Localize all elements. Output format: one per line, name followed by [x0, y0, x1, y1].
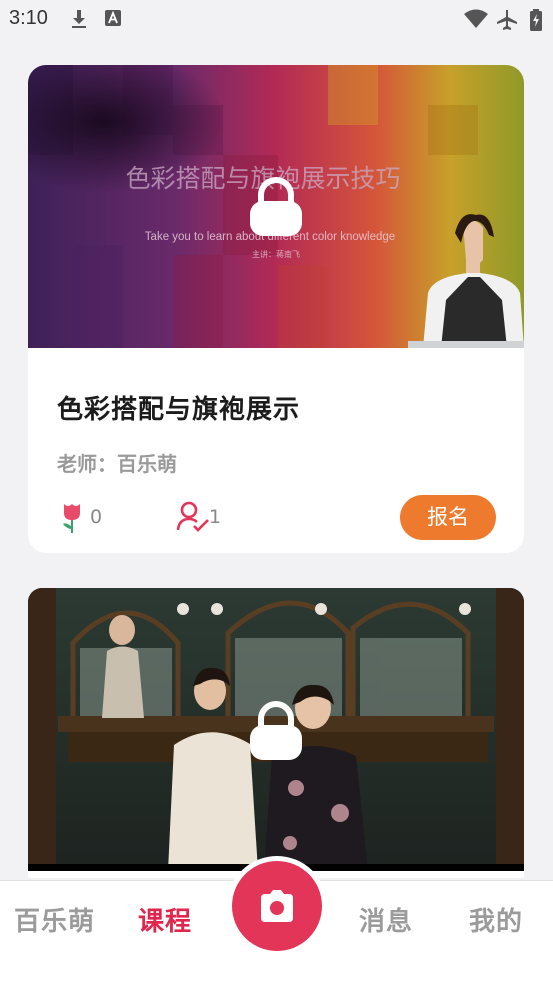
camera-icon	[261, 890, 293, 922]
download-icon	[72, 10, 86, 28]
enrolled-count: 1	[209, 506, 222, 528]
status-time: 3:10	[9, 7, 48, 29]
nav-item-home[interactable]: 百乐萌	[14, 901, 95, 938]
likes-count: 0	[90, 506, 103, 528]
enrolled-user-icon	[176, 501, 209, 532]
thumbnail-presenter: 主讲：蒋南飞	[252, 249, 300, 259]
camera-button[interactable]	[232, 861, 322, 951]
nav-item-messages[interactable]: 消息	[359, 901, 413, 938]
lock-icon	[250, 701, 302, 760]
nav-item-profile[interactable]: 我的	[469, 901, 523, 938]
course-card[interactable]	[28, 588, 524, 878]
nav-item-courses[interactable]: 课程	[138, 901, 192, 938]
course-thumbnail[interactable]: 色彩搭配与旗袍展示技巧 Take you to learn about diff…	[28, 65, 524, 348]
course-teacher: 老师：百乐萌	[57, 452, 177, 476]
airplane-icon	[497, 10, 517, 30]
course-title: 色彩搭配与旗袍展示	[57, 395, 301, 425]
battery-icon	[530, 9, 542, 31]
camera-button-wrapper	[227, 856, 327, 956]
signup-button[interactable]: 报名	[400, 495, 496, 540]
keyboard-a-icon	[105, 10, 121, 26]
course-thumbnail[interactable]	[28, 588, 524, 871]
wifi-icon	[464, 9, 488, 28]
course-card[interactable]: 色彩搭配与旗袍展示技巧 Take you to learn about diff…	[28, 65, 524, 553]
lock-icon	[250, 177, 302, 236]
flower-icon[interactable]	[61, 500, 83, 534]
status-bar: 3:10	[0, 0, 553, 38]
